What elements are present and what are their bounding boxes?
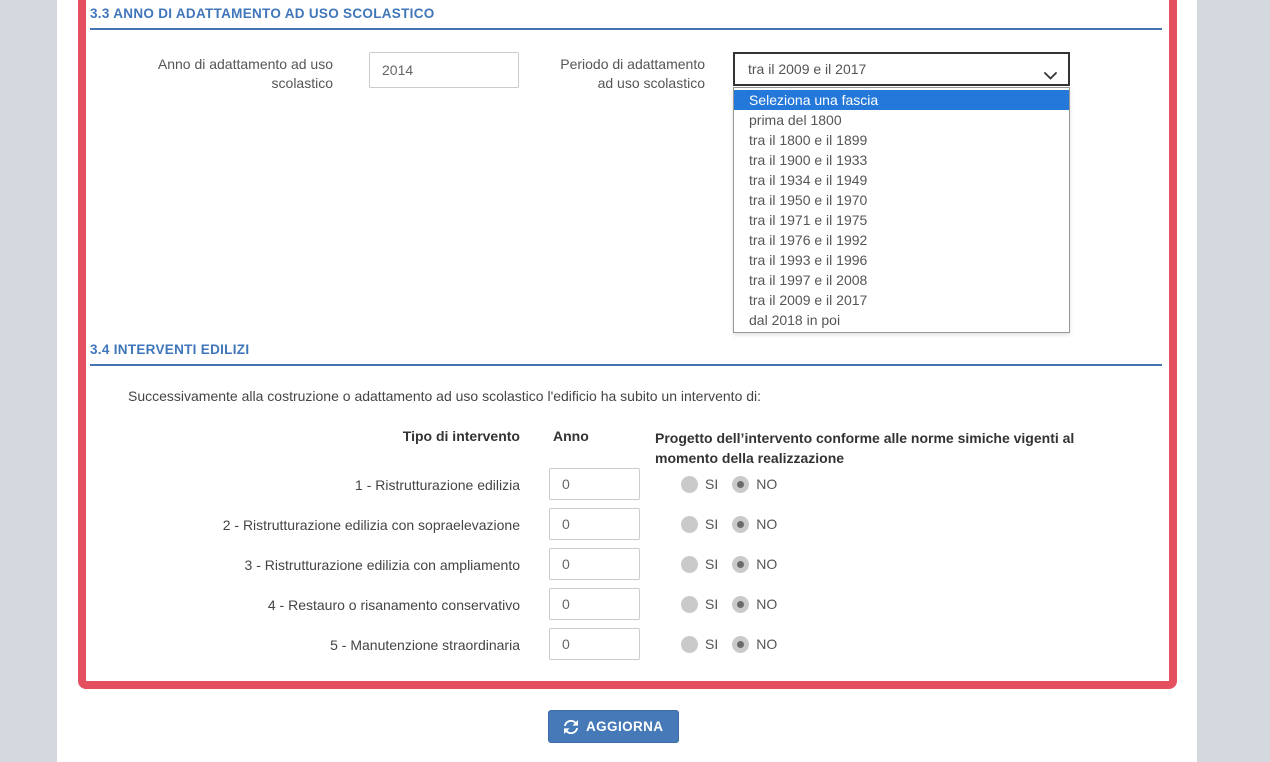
- anno-adattamento-label: Anno di adattamento ad uso scolastico: [133, 55, 333, 93]
- dropdown-option[interactable]: tra il 2009 e il 2017: [734, 290, 1069, 310]
- intervento-anno-input[interactable]: [549, 468, 640, 500]
- radio-si-label: SI: [705, 596, 718, 612]
- dropdown-option[interactable]: Seleziona una fascia: [734, 90, 1069, 110]
- conforme-radio-group: SI NO: [681, 588, 777, 620]
- periodo-adattamento-label: Periodo di adattamento ad uso scolastico: [545, 55, 705, 93]
- dropdown-option[interactable]: tra il 1976 e il 1992: [734, 230, 1069, 250]
- intervento-row-label: 3 - Ristrutturazione edilizia con amplia…: [80, 548, 520, 582]
- dropdown-option[interactable]: tra il 1993 e il 1996: [734, 250, 1069, 270]
- chevron-down-icon: [1044, 67, 1057, 83]
- radio-si-unselected[interactable]: [681, 596, 698, 613]
- dropdown-option[interactable]: prima del 1800: [734, 110, 1069, 130]
- dropdown-option[interactable]: dal 2018 in poi: [734, 310, 1069, 330]
- radio-no-label: NO: [756, 636, 777, 652]
- intervento-anno-input[interactable]: [549, 628, 640, 660]
- section-3-4-title: 3.4 INTERVENTI EDILIZI: [90, 342, 249, 357]
- conforme-radio-group: SI NO: [681, 628, 777, 660]
- radio-no-selected[interactable]: [732, 476, 749, 493]
- radio-si-unselected[interactable]: [681, 476, 698, 493]
- column-header-anno: Anno: [553, 428, 589, 444]
- intervento-row-label: 1 - Ristrutturazione edilizia: [80, 468, 520, 502]
- conforme-radio-group: SI NO: [681, 548, 777, 580]
- conforme-radio-group: SI NO: [681, 468, 777, 500]
- radio-si-label: SI: [705, 476, 718, 492]
- periodo-selected-value: tra il 2009 e il 2017: [748, 61, 866, 77]
- intervento-anno-input[interactable]: [549, 588, 640, 620]
- radio-no-label: NO: [756, 596, 777, 612]
- radio-si-label: SI: [705, 556, 718, 572]
- radio-no-selected[interactable]: [732, 516, 749, 533]
- intervento-row-label: 2 - Ristrutturazione edilizia con soprae…: [80, 508, 520, 542]
- radio-si-unselected[interactable]: [681, 556, 698, 573]
- aggiorna-button[interactable]: AGGIORNA: [548, 710, 679, 743]
- aggiorna-button-label: AGGIORNA: [586, 719, 663, 734]
- section-3-3-divider: [90, 28, 1162, 30]
- radio-no-selected[interactable]: [732, 556, 749, 573]
- intervento-row-label: 5 - Manutenzione straordinaria: [80, 628, 520, 662]
- radio-no-label: NO: [756, 516, 777, 532]
- radio-si-unselected[interactable]: [681, 516, 698, 533]
- column-header-tipo: Tipo di intervento: [320, 428, 520, 444]
- interventi-intro-text: Successivamente alla costruzione o adatt…: [128, 388, 761, 404]
- intervento-anno-input[interactable]: [549, 508, 640, 540]
- radio-si-unselected[interactable]: [681, 636, 698, 653]
- radio-si-label: SI: [705, 516, 718, 532]
- conforme-radio-group: SI NO: [681, 508, 777, 540]
- dropdown-option[interactable]: tra il 1971 e il 1975: [734, 210, 1069, 230]
- anno-adattamento-input[interactable]: [369, 52, 519, 88]
- dropdown-option[interactable]: tra il 1950 e il 1970: [734, 190, 1069, 210]
- radio-no-label: NO: [756, 476, 777, 492]
- dropdown-option[interactable]: tra il 1800 e il 1899: [734, 130, 1069, 150]
- refresh-icon: [564, 720, 578, 734]
- radio-no-label: NO: [756, 556, 777, 572]
- dropdown-option[interactable]: tra il 1900 e il 1933: [734, 150, 1069, 170]
- radio-no-selected[interactable]: [732, 596, 749, 613]
- radio-no-selected[interactable]: [732, 636, 749, 653]
- radio-si-label: SI: [705, 636, 718, 652]
- periodo-adattamento-select[interactable]: tra il 2009 e il 2017: [733, 52, 1070, 86]
- intervento-anno-input[interactable]: [549, 548, 640, 580]
- dropdown-option[interactable]: tra il 1934 e il 1949: [734, 170, 1069, 190]
- section-3-4-divider: [90, 364, 1162, 366]
- column-header-progetto: Progetto dell’intervento conforme alle n…: [655, 428, 1107, 468]
- dropdown-option[interactable]: tra il 1997 e il 2008: [734, 270, 1069, 290]
- intervento-row-label: 4 - Restauro o risanamento conservativo: [80, 588, 520, 622]
- periodo-options-dropdown: Seleziona una fascia prima del 1800 tra …: [733, 87, 1070, 333]
- form-page: 3.3 ANNO DI ADATTAMENTO AD USO SCOLASTIC…: [57, 0, 1197, 762]
- section-3-3-title: 3.3 ANNO DI ADATTAMENTO AD USO SCOLASTIC…: [90, 6, 435, 21]
